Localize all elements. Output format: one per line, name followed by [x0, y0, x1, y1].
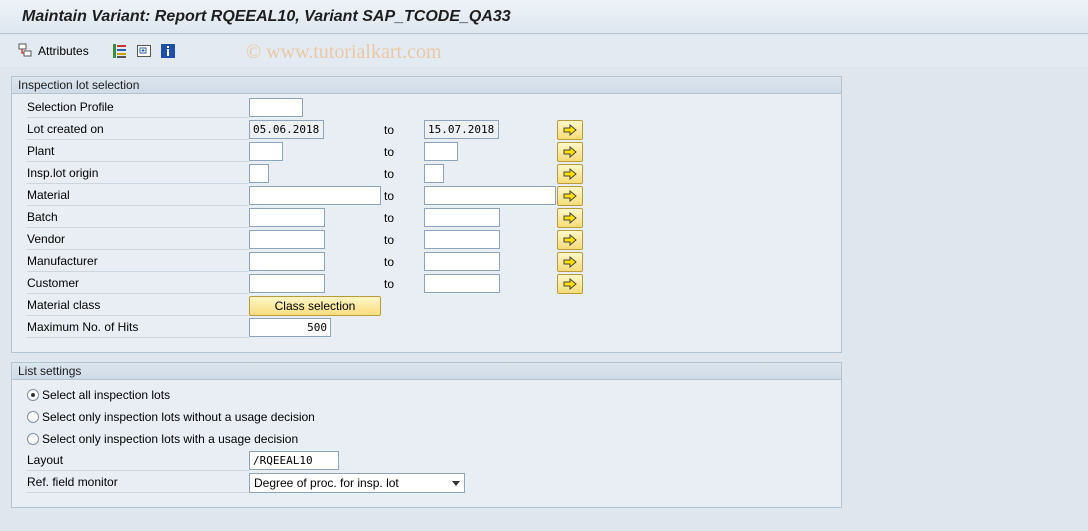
arrow-right-icon — [563, 146, 577, 158]
watermark: © www.tutorialkart.com — [246, 41, 442, 63]
multiple-selection-button[interactable] — [557, 274, 583, 294]
max-hits-label: Maximum No. of Hits — [27, 318, 249, 338]
vendor-to-field[interactable] — [424, 230, 500, 249]
radio-button-selected[interactable] — [27, 389, 39, 401]
selection-variables-icon[interactable] — [112, 43, 128, 59]
group-title: Inspection lot selection — [12, 77, 841, 94]
to-label: to — [384, 277, 395, 291]
arrow-right-icon — [563, 124, 577, 136]
material-from-field[interactable] — [249, 186, 381, 205]
multiple-selection-button[interactable] — [557, 252, 583, 272]
material-label: Material — [27, 186, 249, 206]
customer-from-field[interactable] — [249, 274, 325, 293]
layout-field[interactable]: /RQEEAL10 — [249, 451, 339, 470]
plant-from-field[interactable] — [249, 142, 283, 161]
layout-label: Layout — [27, 451, 249, 471]
radio-label: Select only inspection lots without a us… — [42, 410, 315, 424]
vendor-from-field[interactable] — [249, 230, 325, 249]
radio-label: Select only inspection lots with a usage… — [42, 432, 299, 446]
manufacturer-to-field[interactable] — [424, 252, 500, 271]
page-title: Maintain Variant: Report RQEEAL10, Varia… — [22, 8, 511, 25]
arrow-right-icon — [563, 168, 577, 180]
multiple-selection-button[interactable] — [557, 164, 583, 184]
class-selection-button[interactable]: Class selection — [249, 296, 381, 316]
list-settings-group: List settings Select all inspection lots… — [11, 362, 842, 508]
manufacturer-label: Manufacturer — [27, 252, 249, 272]
batch-label: Batch — [27, 208, 249, 228]
to-label: to — [384, 167, 395, 181]
ref-field-monitor-label: Ref. field monitor — [27, 473, 249, 493]
multiple-selection-button[interactable] — [557, 142, 583, 162]
multiple-selection-button[interactable] — [557, 186, 583, 206]
attributes-icon — [18, 42, 34, 61]
manufacturer-from-field[interactable] — [249, 252, 325, 271]
radio-select-all[interactable]: Select all inspection lots — [27, 385, 170, 405]
multiple-selection-button[interactable] — [557, 208, 583, 228]
vendor-label: Vendor — [27, 230, 249, 250]
max-hits-field[interactable]: 500 — [249, 318, 331, 337]
arrow-right-icon — [563, 234, 577, 246]
insp-lot-origin-to-field[interactable] — [424, 164, 444, 183]
attributes-label: Attributes — [38, 44, 89, 58]
material-to-field[interactable] — [424, 186, 556, 205]
arrow-right-icon — [563, 190, 577, 202]
chevron-down-icon[interactable] — [452, 481, 460, 486]
customer-to-field[interactable] — [424, 274, 500, 293]
title-bar: Maintain Variant: Report RQEEAL10, Varia… — [0, 0, 1088, 34]
select-value: Degree of proc. for insp. lot — [254, 476, 399, 490]
customer-label: Customer — [27, 274, 249, 294]
radio-button[interactable] — [27, 433, 39, 445]
radio-label: Select all inspection lots — [42, 388, 171, 402]
application-toolbar: Attributes — [0, 35, 1088, 67]
to-label: to — [384, 123, 395, 137]
lot-created-to-field[interactable]: 15.07.2018 — [424, 120, 499, 139]
insp-lot-origin-label: Insp.lot origin — [27, 164, 249, 184]
to-label: to — [384, 255, 395, 269]
insp-lot-origin-from-field[interactable] — [249, 164, 269, 183]
lot-created-from-field[interactable]: 05.06.2018 — [249, 120, 324, 139]
multiple-selection-button[interactable] — [557, 120, 583, 140]
lot-created-on-label: Lot created on — [27, 120, 249, 140]
radio-button[interactable] — [27, 411, 39, 423]
batch-from-field[interactable] — [249, 208, 325, 227]
to-label: to — [384, 145, 395, 159]
info-icon[interactable] — [160, 43, 176, 59]
selection-profile-label: Selection Profile — [27, 98, 249, 118]
arrow-right-icon — [563, 256, 577, 268]
group-title: List settings — [12, 363, 841, 380]
to-label: to — [384, 233, 395, 247]
radio-without-usage-decision[interactable]: Select only inspection lots without a us… — [27, 407, 315, 427]
to-label: to — [384, 189, 395, 203]
to-label: to — [384, 211, 395, 225]
batch-to-field[interactable] — [424, 208, 500, 227]
selection-profile-field[interactable] — [249, 98, 303, 117]
ref-field-monitor-select[interactable]: Degree of proc. for insp. lot — [249, 473, 465, 493]
expand-icon[interactable] — [136, 43, 152, 59]
arrow-right-icon — [563, 278, 577, 290]
plant-label: Plant — [27, 142, 249, 162]
attributes-button[interactable]: Attributes — [18, 41, 89, 61]
inspection-lot-selection-group: Inspection lot selection Selection Profi… — [11, 76, 842, 353]
radio-with-usage-decision[interactable]: Select only inspection lots with a usage… — [27, 429, 298, 449]
multiple-selection-button[interactable] — [557, 230, 583, 250]
material-class-label: Material class — [27, 296, 249, 316]
plant-to-field[interactable] — [424, 142, 458, 161]
arrow-right-icon — [563, 212, 577, 224]
